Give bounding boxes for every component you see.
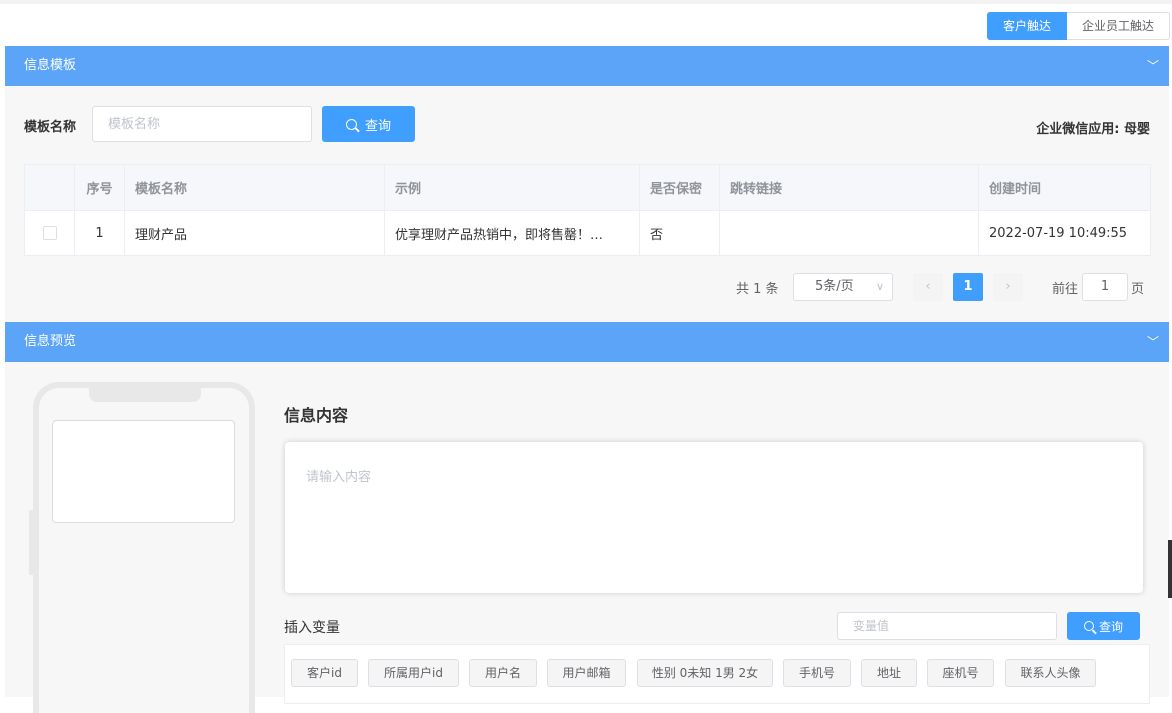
column-header: 模板名称 [124, 164, 385, 211]
column-header: 跳转链接 [719, 164, 979, 211]
variable-chip[interactable]: 用户名 [469, 659, 537, 687]
search-icon [345, 118, 357, 130]
template-panel-title: 信息模板 [24, 58, 77, 73]
row-created: 2022-07-19 10:49:55 [978, 210, 1151, 256]
variable-chip[interactable]: 联系人头像 [1005, 659, 1096, 687]
employee-mode-button[interactable]: 企业员工触达 [1067, 12, 1170, 40]
content-editor [285, 442, 1143, 593]
variable-chip[interactable]: 地址 [861, 659, 917, 687]
goto-prefix: 前往 [1052, 282, 1079, 297]
search-icon [1083, 621, 1094, 631]
variable-chip[interactable]: 所属用户id [368, 659, 459, 687]
next-page-button[interactable]: › [993, 273, 1023, 301]
mode-toggle: 客户触达 企业员工触达 [987, 12, 1170, 40]
table-row[interactable]: 1 理财产品 优享理财产品热销中，即将售罄！… 否 2022-07-19 10:… [24, 210, 1151, 256]
select-column-header [24, 164, 75, 211]
template-panel-header[interactable]: 信息模板 ﹀ [5, 46, 1169, 86]
variable-chip[interactable]: 手机号 [783, 659, 851, 687]
phone-mockup [33, 382, 255, 713]
variable-chip[interactable]: 客户id [291, 659, 358, 687]
column-header: 示例 [384, 164, 640, 211]
chevron-down-icon[interactable]: ﹀ [1147, 322, 1159, 362]
row-checkbox[interactable] [42, 226, 57, 240]
template-panel-body: 模板名称 查询 企业微信应用: 母婴 序号 模板名称 示例 是否保密 跳转链接 … [5, 86, 1169, 322]
column-header: 序号 [74, 164, 125, 211]
preview-panel-title: 信息预览 [24, 334, 77, 349]
insert-variable-label: 插入变量 [284, 620, 340, 636]
variable-search-button[interactable]: 查询 [1067, 612, 1140, 640]
row-example: 优享理财产品热销中，即将售罄！… [384, 210, 640, 256]
customer-mode-button[interactable]: 客户触达 [987, 12, 1067, 40]
phone-notch [89, 382, 201, 402]
phone-message-preview [52, 420, 235, 523]
chevron-down-icon[interactable]: ﹀ [1147, 46, 1159, 86]
template-name-input[interactable] [92, 106, 312, 142]
row-template-name: 理财产品 [124, 210, 385, 256]
prev-page-button[interactable]: ‹ [913, 273, 943, 301]
top-divider [0, 0, 1172, 4]
template-table: 序号 模板名称 示例 是否保密 跳转链接 创建时间 1 理财产品 优享理财产品热… [24, 164, 1151, 256]
table-header-row: 序号 模板名称 示例 是否保密 跳转链接 创建时间 [24, 164, 1151, 211]
column-header: 是否保密 [639, 164, 720, 211]
preview-panel-header[interactable]: 信息预览 ﹀ [5, 322, 1169, 362]
goto-suffix: 页 [1131, 282, 1145, 297]
content-title: 信息内容 [284, 406, 349, 425]
preview-panel-body: 信息内容 插入变量 查询 客户id 所属用户id 用户名 用户邮箱 性别 0未知… [5, 362, 1169, 713]
goto-page-input[interactable]: 1 [1082, 273, 1128, 301]
chevron-down-icon: ∨ [875, 280, 884, 293]
row-secret: 否 [639, 210, 720, 256]
template-name-label: 模板名称 [24, 120, 77, 135]
content-textarea[interactable] [285, 442, 1143, 593]
template-search-button[interactable]: 查询 [322, 106, 415, 142]
column-header: 创建时间 [978, 164, 1151, 211]
variable-list: 客户id 所属用户id 用户名 用户邮箱 性别 0未知 1男 2女 手机号 地址… [284, 644, 1150, 704]
pagination: 共 1 条 5条/页 ∨ ‹ 1 › 前往 1 页 [5, 273, 1169, 301]
variable-chip[interactable]: 用户邮箱 [547, 659, 626, 687]
variable-chip[interactable]: 座机号 [927, 659, 994, 687]
variable-search-label: 查询 [1098, 619, 1123, 634]
variable-value-input[interactable] [837, 612, 1057, 640]
scrollbar-thumb[interactable] [1168, 540, 1172, 598]
pagination-total: 共 1 条 [736, 282, 779, 297]
template-search-label: 查询 [364, 118, 391, 134]
page-number-current[interactable]: 1 [953, 273, 983, 301]
row-index: 1 [74, 210, 125, 256]
variable-chip[interactable]: 性别 0未知 1男 2女 [637, 659, 773, 687]
app-info: 企业微信应用: 母婴 [1036, 122, 1150, 137]
row-link [719, 210, 979, 256]
page-size-select[interactable]: 5条/页 ∨ [793, 273, 893, 301]
page-size-value: 5条/页 [815, 279, 854, 294]
